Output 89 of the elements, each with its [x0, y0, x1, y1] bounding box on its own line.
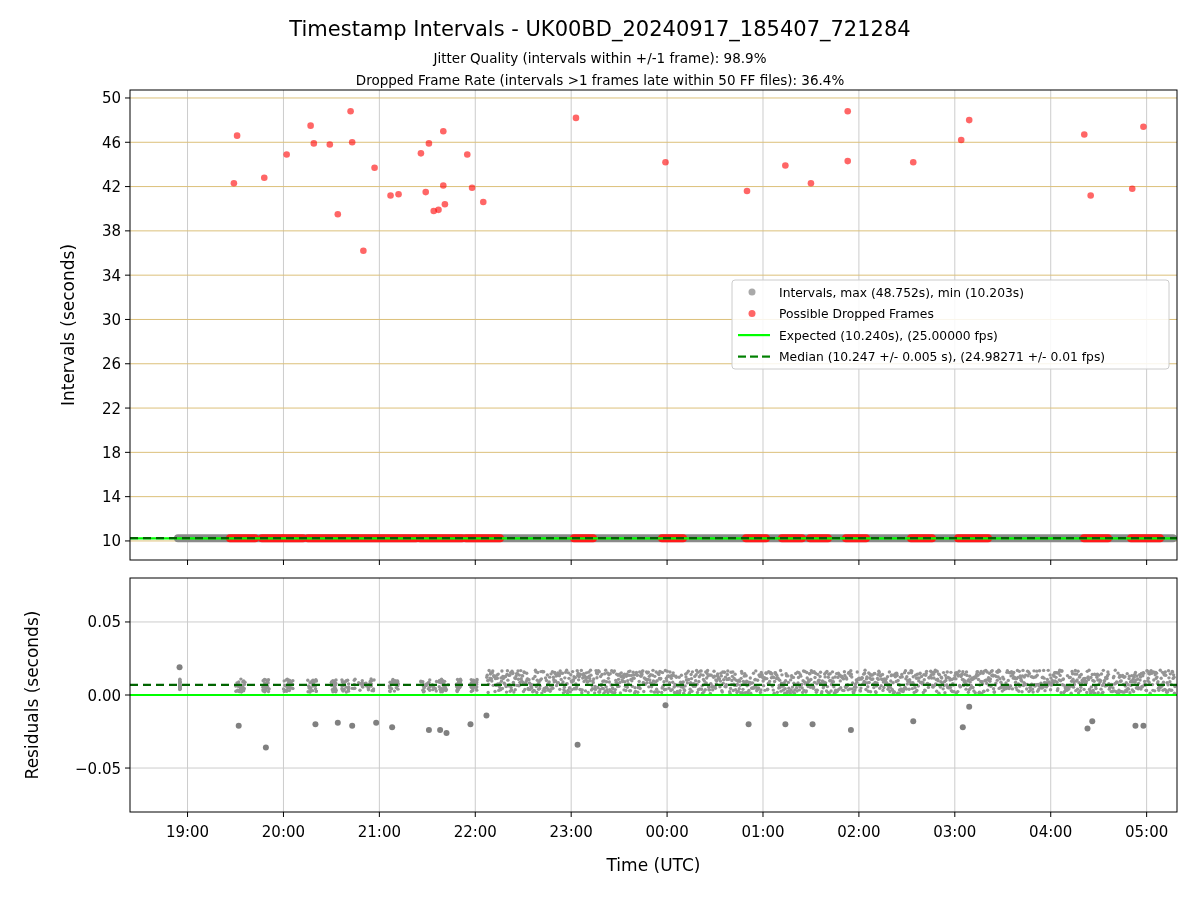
- data-point: [373, 719, 380, 726]
- data-point: [483, 712, 490, 719]
- data-point: [230, 179, 238, 187]
- legend-label: Possible Dropped Frames: [779, 307, 934, 321]
- data-point: [467, 721, 474, 728]
- data-point: [349, 722, 356, 729]
- data-point: [422, 188, 429, 196]
- data-point: [262, 744, 269, 751]
- data-point: [909, 158, 917, 166]
- axis-tick-label: 38: [101, 222, 121, 241]
- axis-tick-label: 23:00: [549, 823, 593, 841]
- axis-tick-label: 20:00: [261, 823, 306, 841]
- data-point: [468, 184, 476, 191]
- axis-tick-label: 22:00: [453, 823, 497, 841]
- data-point: [809, 721, 816, 728]
- chart-subtitle: Dropped Frame Rate (intervals >1 frames late within 50 FF files): 36.4%: [355, 72, 845, 88]
- data-point: [959, 724, 966, 731]
- data-point: [312, 721, 319, 728]
- legend-label: Expected (10.240s), (25.00000 fps): [779, 328, 998, 343]
- data-point: [844, 107, 851, 115]
- data-point: [1081, 131, 1088, 138]
- data-point: [334, 719, 341, 726]
- data-point: [440, 182, 447, 189]
- data-point: [417, 150, 425, 157]
- data-point: [326, 141, 334, 148]
- data-point: [371, 164, 378, 172]
- data-point: [425, 140, 433, 147]
- data-point: [479, 198, 487, 206]
- data-point: [662, 702, 669, 709]
- data-point: [233, 132, 241, 139]
- data-point: [572, 114, 580, 122]
- axis-tick-label: 01:00: [741, 823, 785, 841]
- data-point: [347, 107, 354, 115]
- axis-tick-label: 19:00: [165, 823, 210, 841]
- axis-tick-label: 50: [101, 89, 121, 108]
- data-point: [745, 721, 752, 728]
- data-point: [844, 157, 851, 165]
- axis-tick-label: 42: [101, 178, 121, 197]
- chart-title: Timestamp Intervals - UK00BD_20240917_185407_721284: [289, 17, 911, 41]
- axis-tick-label: 00:00: [645, 823, 689, 841]
- data-point: [966, 703, 973, 710]
- data-point: [847, 727, 854, 734]
- axis-tick-label: 10: [101, 532, 121, 551]
- axis-label: Residuals (seconds): [22, 610, 42, 780]
- axis-tick-label: 18: [101, 443, 121, 462]
- axis-tick-label: 02:00: [837, 823, 881, 841]
- data-point: [176, 664, 183, 671]
- data-point: [310, 140, 318, 147]
- axis-label: Time (UTC): [606, 855, 701, 875]
- data-point: [965, 116, 973, 124]
- data-point: [1140, 123, 1147, 131]
- chart-subtitle: Jitter Quality (intervals within +/-1 frame): 98.9%: [433, 50, 767, 66]
- data-point: [782, 162, 789, 169]
- data-point: [389, 724, 396, 731]
- data-point: [334, 210, 342, 218]
- data-point: [807, 179, 815, 187]
- data-point: [1087, 192, 1094, 199]
- axis-tick-label: 46: [101, 133, 121, 152]
- data-point: [574, 741, 581, 748]
- axis-tick-label: 05:00: [1125, 823, 1169, 841]
- data-point: [283, 151, 290, 158]
- data-point: [260, 174, 268, 181]
- axis-tick-label: 22: [101, 399, 121, 418]
- data-point: [743, 187, 751, 195]
- axis-tick-label: 03:00: [933, 823, 977, 841]
- axis-label: Intervals (seconds): [58, 243, 78, 407]
- data-point: [307, 122, 314, 129]
- data-point: [348, 138, 356, 146]
- data-point: [782, 721, 789, 728]
- data-point: [464, 151, 471, 158]
- axis-tick-label: 30: [101, 310, 121, 329]
- data-point: [425, 727, 432, 734]
- axis-tick-label: 04:00: [1029, 823, 1073, 841]
- data-point: [360, 247, 367, 255]
- axis-tick-label: 0.05: [87, 613, 121, 632]
- data-point: [235, 722, 242, 729]
- axis-tick-label: 14: [101, 488, 121, 507]
- axis-tick-label: 26: [101, 355, 121, 374]
- axis-tick-label: 34: [101, 266, 121, 285]
- axis-tick-label: 0.00: [87, 686, 121, 705]
- legend-label: Median (10.247 +/- 0.005 s), (24.98271 +/- 0.01 fps): [779, 350, 1106, 364]
- data-point: [957, 136, 965, 144]
- axis-tick-label: −0.05: [75, 759, 121, 778]
- legend-label: Intervals, max (48.752s), min (10.203s): [779, 285, 1024, 300]
- data-point: [440, 127, 447, 135]
- data-point: [910, 718, 917, 725]
- axis-tick-label: 21:00: [357, 823, 401, 841]
- data-point: [662, 158, 669, 166]
- data-point: [1128, 185, 1136, 193]
